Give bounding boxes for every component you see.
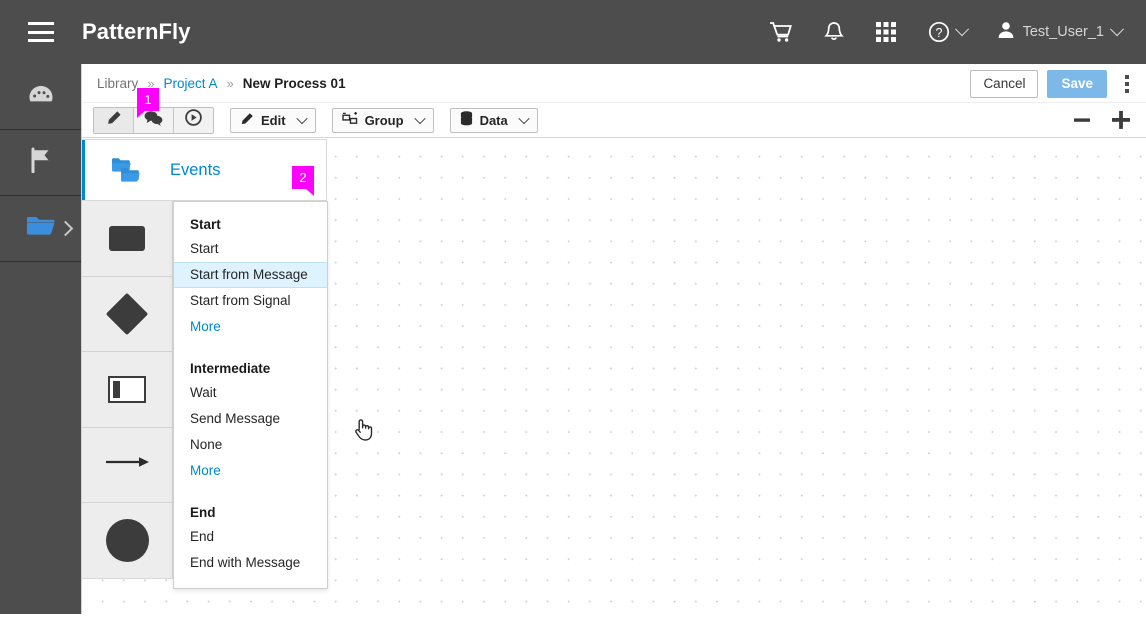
user-menu[interactable]: Test_User_1 [983,0,1128,64]
events-folders-icon [82,156,170,184]
breadcrumb-item-library[interactable]: Library [97,76,138,91]
masthead-actions: ? Test_User_1 [754,0,1146,64]
applications-button[interactable] [860,0,912,64]
play-circle-icon [185,109,202,131]
menu-item-wait[interactable]: Wait [174,380,327,406]
chevron-right-icon [57,220,74,237]
menu-item-end[interactable]: End [174,524,327,550]
breadcrumb-item-current: New Process 01 [242,75,346,91]
database-icon [460,111,473,129]
brand-title: PatternFly [82,19,191,44]
folder-icon [26,214,56,243]
masthead: PatternFly ? Test_User_1 [0,0,1146,64]
cart-button[interactable] [754,0,808,64]
group-dropdown-label: Group [364,112,404,128]
help-button[interactable]: ? [912,0,983,64]
help-icon: ? [928,21,950,43]
rectangle-shape-icon [109,225,145,251]
events-dropdown-menu: Start Start Start from Message Start fro… [173,201,328,589]
more-actions-button[interactable] [1116,71,1138,97]
svg-text:?: ? [935,26,942,40]
palette-shape-gateway[interactable] [82,276,172,352]
comments-icon [144,110,163,131]
menu-item-send-message[interactable]: Send Message [174,406,327,432]
flag-icon [29,147,53,178]
pencil-icon [240,112,254,129]
zoom-in-button[interactable] [1110,109,1132,131]
breadcrumb-separator: » [226,75,234,91]
breadcrumb: Library » Project A » New Process 01 [97,76,346,91]
breadcrumb-item-project[interactable]: Project A [164,76,218,91]
menu-item-end-with-message[interactable]: End with Message [174,550,327,576]
global-nav-toggle-button[interactable] [0,0,82,64]
annotation-badge-1: 1 [137,88,159,118]
diamond-shape-icon [105,292,149,335]
chevron-down-icon [954,22,969,37]
bell-icon [823,21,844,43]
sidebar-item-dashboard[interactable] [0,64,81,130]
annotation-badge-2: 2 [292,166,314,196]
palette-header-events[interactable]: Events [82,139,327,201]
editor-toolbar: Edit Group Data [82,102,1146,138]
group-dropdown-button[interactable]: Group [331,107,434,133]
menu-divider-spacer [174,484,327,500]
palette-header-label: Events [170,160,221,179]
menu-item-intermediate-more[interactable]: More [174,458,327,484]
menu-item-start[interactable]: Start [174,236,327,262]
process-canvas[interactable]: Events Start Start Start from Message St… [82,138,1146,612]
menu-group-title-end: End [190,505,216,520]
sidebar [0,64,81,614]
cancel-button[interactable]: Cancel [970,70,1039,98]
palette-shape-task[interactable] [82,201,172,277]
menu-item-none[interactable]: None [174,432,327,458]
breadcrumb-actions: Cancel Save [970,70,1138,98]
play-mode-button[interactable] [174,107,213,133]
data-dropdown-label: Data [479,112,508,128]
menu-divider-spacer [174,340,327,356]
circle-shape-icon [105,518,149,562]
menu-item-start-from-signal[interactable]: Start from Signal [174,288,327,314]
mouse-cursor-pointer [353,417,375,448]
gauge-icon [28,83,54,110]
subprocess-shape-icon [108,375,146,403]
pencil-icon [106,110,122,131]
zoom-controls [1072,109,1132,131]
edit-dropdown-button[interactable]: Edit [230,107,316,133]
zoom-out-button[interactable] [1072,110,1092,130]
chevron-down-icon [413,112,426,125]
edit-dropdown-label: Edit [261,112,286,128]
application-window: PatternFly ? Test_User_1 Library » Proje… [0,0,1146,614]
palette-shape-event[interactable] [82,503,172,578]
edit-mode-button[interactable] [94,107,134,133]
palette-shape-subprocess[interactable] [82,352,172,428]
menu-item-start-more[interactable]: More [174,314,327,340]
sidebar-item-flag[interactable] [0,130,81,196]
hamburger-icon [28,22,54,42]
shape-palette: Events [82,139,327,579]
menu-group-title-intermediate: Intermediate [190,361,271,376]
content-area: Library » Project A » New Process 01 Can… [81,64,1146,614]
menu-item-start-from-message[interactable]: Start from Message [174,262,327,288]
sidebar-empty-area [0,262,81,617]
arrow-shape-icon [103,454,151,475]
data-dropdown-button[interactable]: Data [449,107,538,133]
sidebar-item-library[interactable] [0,196,81,262]
menu-group-title-start: Start [190,217,221,232]
palette-shape-list [82,201,173,579]
username-label: Test_User_1 [1022,24,1104,40]
chevron-down-icon [518,112,530,125]
grid-icon [875,22,896,42]
chevron-down-icon [295,112,308,125]
save-button[interactable]: Save [1047,70,1107,98]
palette-shape-connector[interactable] [82,427,172,503]
avatar [997,21,1015,43]
breadcrumb-bar: Library » Project A » New Process 01 Can… [82,64,1146,102]
notifications-button[interactable] [808,0,860,64]
cart-icon [769,22,792,42]
group-icon [341,111,358,129]
chevron-down-icon [1109,22,1125,37]
